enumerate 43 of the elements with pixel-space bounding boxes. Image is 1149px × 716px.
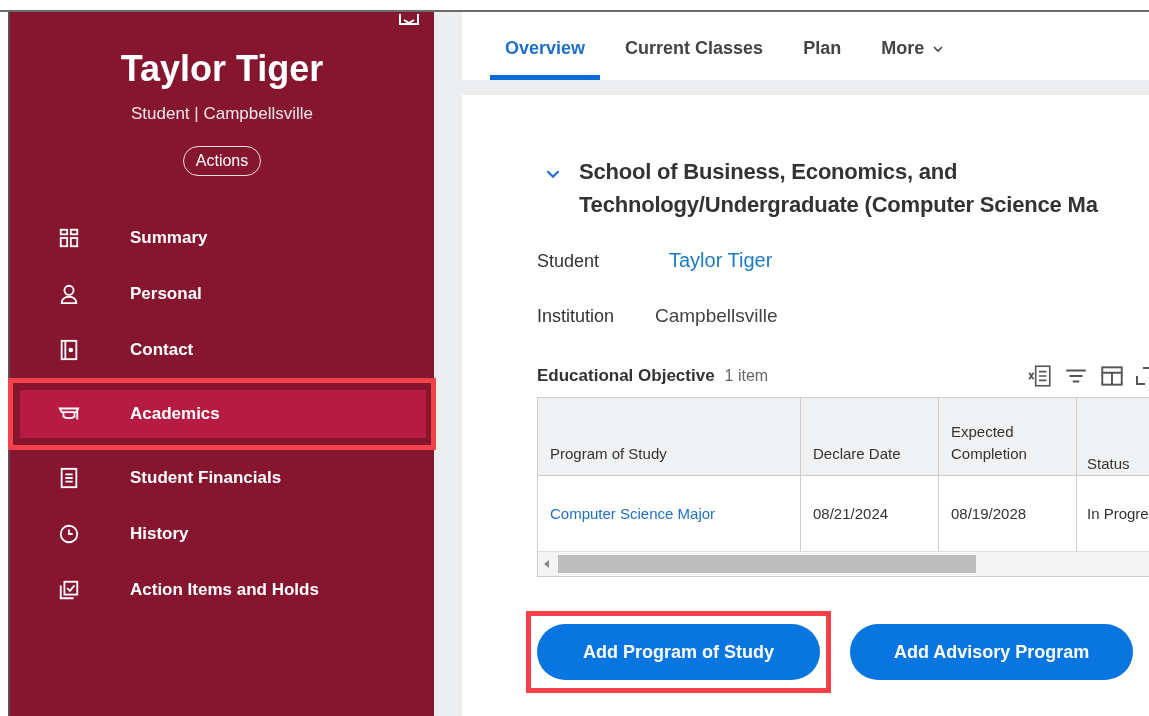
chevron-down-icon[interactable] xyxy=(545,169,561,179)
sidebar-item[interactable]: Academics xyxy=(20,390,426,438)
student-link[interactable]: Taylor Tiger xyxy=(669,249,773,272)
item-count: 1 item xyxy=(724,367,769,385)
section-heading: School of Business, Economics, and xyxy=(579,158,959,186)
export-icon[interactable] xyxy=(1027,363,1053,389)
tab[interactable]: Overview xyxy=(490,12,601,80)
sidebar-item[interactable]: Contact xyxy=(20,322,426,378)
sidebar-item[interactable]: Summary xyxy=(20,210,426,266)
table-title: Educational Objective xyxy=(537,366,715,386)
table-cell: 08/19/2028 xyxy=(951,505,1027,522)
field-label: Student xyxy=(537,251,601,272)
tab[interactable]: Plan xyxy=(788,12,857,80)
program-link[interactable]: Computer Science Major xyxy=(550,505,716,522)
section-heading: Technology/Undergraduate (Computer Science Ma xyxy=(579,191,1098,219)
sidebar-item[interactable]: Action Items and Holds xyxy=(20,562,426,618)
download-icon[interactable] xyxy=(398,12,420,26)
column-header[interactable]: Status xyxy=(1077,398,1149,476)
tab[interactable]: More xyxy=(866,12,960,80)
column-header[interactable]: Program of Study xyxy=(538,398,801,476)
contact-card-icon xyxy=(58,339,80,361)
primary-button[interactable]: Add Program of Study xyxy=(537,624,820,680)
profile-name: Taylor Tiger xyxy=(120,48,324,90)
grid-icon xyxy=(58,227,80,249)
horizontal-scrollbar[interactable] xyxy=(538,551,1149,576)
tab[interactable]: Current Classes xyxy=(610,12,779,80)
person-icon xyxy=(58,283,80,305)
scroll-left-icon[interactable] xyxy=(544,560,550,568)
field-value: Campbellsville xyxy=(655,305,778,327)
clock-icon xyxy=(58,523,80,545)
checkbox-icon xyxy=(58,579,80,601)
column-header[interactable]: Expected Completion xyxy=(939,398,1077,476)
profile-subtitle: Student | Campbellsville xyxy=(130,104,314,124)
table-cell: In Progre xyxy=(1087,505,1149,522)
list-icon xyxy=(58,467,80,489)
sidebar-item[interactable]: Student Financials xyxy=(20,450,426,506)
primary-button[interactable]: Add Advisory Program xyxy=(850,624,1134,680)
table-cell: 08/21/2024 xyxy=(813,505,889,522)
columns-icon[interactable] xyxy=(1099,363,1125,389)
sidebar-item[interactable]: History xyxy=(20,506,426,562)
field-label: Institution xyxy=(537,306,616,327)
column-header[interactable]: Declare Date xyxy=(801,398,939,476)
sidebar-item[interactable]: Personal xyxy=(20,266,426,322)
